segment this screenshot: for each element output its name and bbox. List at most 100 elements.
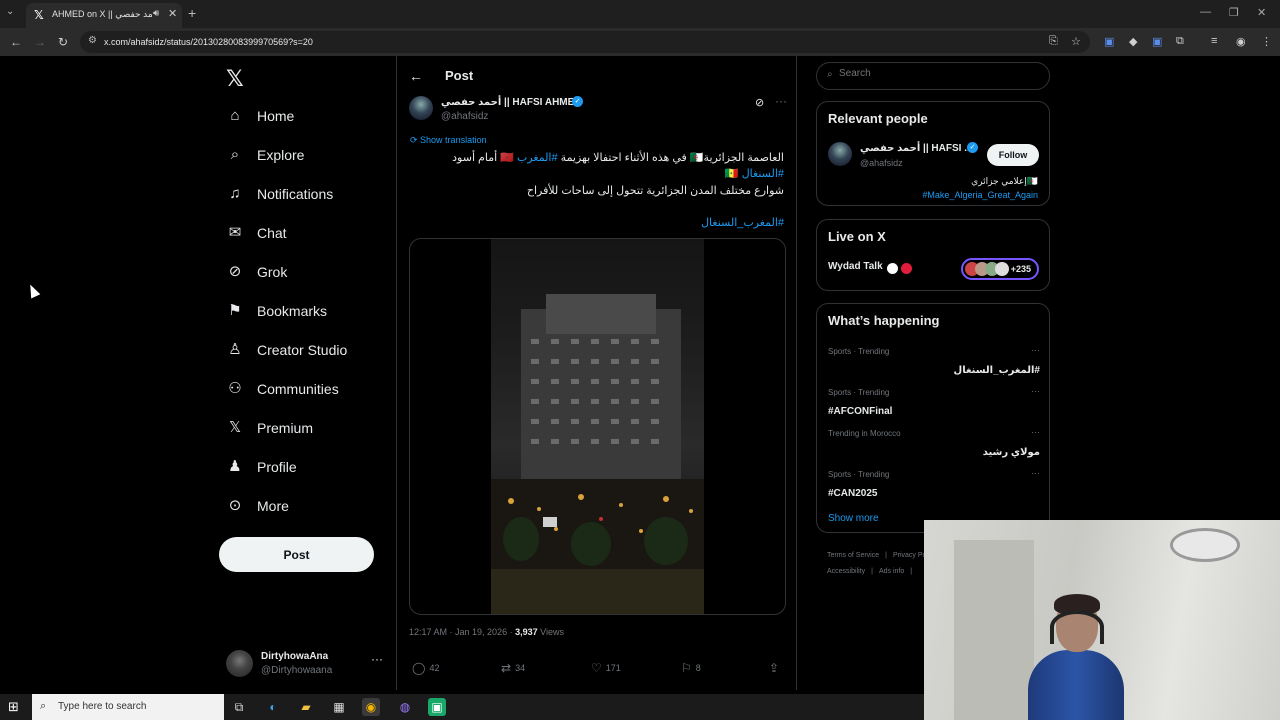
search-box[interactable]: ⌕ — [816, 62, 1050, 90]
bookmark-star-icon[interactable]: ☆ — [1071, 35, 1081, 48]
bio-hashtag-link[interactable]: #Make_Algeria_Great_Again — [922, 190, 1038, 200]
avatar[interactable] — [828, 142, 852, 166]
trend-item[interactable]: Sports · Trending ··· #المغرب_السنغال — [828, 345, 1040, 385]
task-view-icon[interactable]: ⧉ — [230, 698, 248, 716]
extension-image-icon[interactable]: ▣ — [1152, 35, 1162, 48]
nav-premium[interactable]: 𝕏 Premium — [226, 413, 313, 443]
app-icon[interactable]: ▣ — [428, 698, 446, 716]
recording-app-icon[interactable]: ◍ — [396, 698, 414, 716]
back-arrow-icon[interactable]: ← — [409, 68, 423, 84]
forward-icon[interactable]: → — [34, 35, 46, 49]
footer-separator: | — [910, 568, 913, 575]
nav-communities[interactable]: ⚇ Communities — [226, 374, 338, 404]
accessibility-link[interactable]: Accessibility — [827, 568, 865, 575]
translate-extension-icon[interactable]: ▣ — [1104, 35, 1114, 48]
repost-button[interactable]: ⇄ 34 — [501, 661, 525, 675]
account-handle: @Dirtyhowaana — [261, 665, 333, 676]
reply-button[interactable]: ◯ 42 — [412, 661, 439, 675]
install-icon[interactable]: ⎘ — [1049, 35, 1058, 48]
hashtag-link[interactable]: #السنغال — [742, 168, 784, 180]
trend-title: #CAN2025 — [828, 488, 878, 499]
share-button[interactable]: ⇪ — [769, 661, 783, 675]
follow-button[interactable]: Follow — [987, 144, 1039, 166]
person-handle[interactable]: @ahafsidz — [860, 158, 903, 168]
whats-happening-card: What’s happening Sports · Trending ··· #… — [816, 303, 1050, 533]
new-tab-icon[interactable]: + — [188, 5, 196, 21]
tab-search-icon[interactable]: ⌄ — [6, 6, 14, 17]
close-window-icon[interactable]: ✕ — [1257, 6, 1266, 19]
show-translation-link[interactable]: ⟳ Show translation — [410, 135, 487, 146]
post-text: 🇲🇦 أمام أسود — [452, 152, 514, 164]
nav-explore[interactable]: ⌕ Explore — [226, 140, 305, 170]
video-frame — [491, 239, 704, 614]
nav-bookmarks[interactable]: ⚑ Bookmarks — [226, 296, 327, 326]
hashtag-link[interactable]: #المغرب — [517, 152, 558, 164]
browser-menu-icon[interactable]: ⋮ — [1261, 35, 1272, 48]
more-dots-icon[interactable]: ··· — [775, 94, 787, 108]
author-avatar[interactable] — [409, 96, 433, 120]
reading-list-icon[interactable]: ≡ — [1211, 35, 1217, 47]
footer-separator: | — [885, 552, 887, 559]
nav-more[interactable]: ⊙ More — [226, 491, 289, 521]
account-switcher[interactable]: DirtyhowaAna @Dirtyhowaana ··· — [226, 648, 386, 682]
author-name[interactable]: أحمد حفصي || HAFSI AHMED — [441, 97, 582, 108]
speaker-icon[interactable]: 🔊︎ — [153, 8, 159, 19]
reload-icon[interactable]: ↻ — [58, 35, 68, 49]
video-player[interactable] — [409, 238, 786, 615]
hashtag-link[interactable]: #المغرب_السنغال — [701, 216, 784, 229]
views-label: Views — [537, 627, 564, 637]
privacy-link[interactable]: Privacy Po — [893, 552, 926, 559]
person-bio: 🇩🇿إعلامي جزائري — [971, 176, 1038, 186]
trend-item[interactable]: Trending in Morocco ··· مولاي رشيد — [828, 427, 1040, 467]
nav-home[interactable]: ⌂ Home — [226, 101, 294, 131]
more-dots-icon[interactable]: ··· — [1031, 468, 1040, 478]
address-bar[interactable]: ⚙ x.com/ahafsidz/status/2013028008399970… — [80, 31, 1090, 53]
ads-info-link[interactable]: Ads info — [879, 568, 904, 575]
chrome-icon[interactable]: ◉ — [362, 698, 380, 716]
post-timestamp[interactable]: 12:17 AM · Jan 19, 2026 · — [409, 627, 515, 637]
nav-creator-studio[interactable]: ♙ Creator Studio — [226, 335, 347, 365]
more-dots-icon[interactable]: ··· — [1031, 427, 1040, 437]
terms-link[interactable]: Terms of Service — [827, 552, 879, 559]
close-tab-icon[interactable]: ✕ — [168, 7, 177, 20]
profile-icon[interactable]: ◉ — [1236, 35, 1246, 48]
post-button[interactable]: Post — [219, 537, 374, 572]
bookmark-button[interactable]: ⚐ 8 — [681, 661, 701, 675]
store-icon[interactable]: ▦ — [330, 698, 348, 716]
trend-item[interactable]: Sports · Trending ··· #CAN2025 — [828, 468, 1040, 508]
show-more-link[interactable]: Show more — [828, 513, 879, 524]
restore-icon[interactable]: ❐ — [1229, 6, 1239, 19]
creator-studio-icon: ♙ — [228, 341, 242, 358]
nav-label: More — [257, 498, 289, 514]
post-text-line: شوارع مختلف المدن الجزائرية تتحول إلى سا… — [526, 185, 784, 197]
nav-notifications[interactable]: ♫ Notifications — [226, 179, 333, 209]
nav-chat[interactable]: ✉ Chat — [226, 218, 287, 248]
live-space-host[interactable]: Wydad Talk — [828, 261, 883, 272]
nav-label: Bookmarks — [257, 303, 328, 319]
more-dots-icon[interactable]: ··· — [1031, 345, 1040, 355]
site-info-icon[interactable]: ⚙ — [88, 35, 97, 46]
taskbar-search[interactable]: ⌕ Type here to search — [32, 694, 224, 720]
more-dots-icon[interactable]: ··· — [371, 652, 383, 666]
grok-explain-icon[interactable]: ⊘ — [755, 96, 764, 109]
more-dots-icon[interactable]: ··· — [1031, 386, 1040, 396]
extension-diamond-icon[interactable]: ◆ — [1129, 35, 1137, 48]
x-logo-icon[interactable]: 𝕏 — [226, 66, 244, 92]
edge-icon[interactable]: ◐ — [264, 698, 282, 716]
like-button[interactable]: ♡ 171 — [591, 661, 621, 675]
nav-grok[interactable]: ⊘ Grok — [226, 257, 288, 287]
nav-profile[interactable]: ♟ Profile — [226, 452, 296, 482]
minimize-icon[interactable]: — — [1200, 6, 1211, 18]
trend-item[interactable]: Sports · Trending ··· #AFCONFinal — [828, 386, 1040, 426]
search-input[interactable] — [839, 68, 1039, 79]
file-explorer-icon[interactable]: ▰ — [297, 698, 315, 716]
nav-label: Grok — [257, 264, 288, 280]
live-listeners[interactable]: +235 — [961, 258, 1039, 280]
extensions-puzzle-icon[interactable]: ⧉ — [1176, 35, 1184, 48]
person-name[interactable]: أحمد حفصي || HAFSI ... — [860, 143, 973, 154]
back-icon[interactable]: ← — [10, 35, 22, 49]
windows-start-icon[interactable]: ⊞ — [8, 699, 19, 715]
white-dot-icon — [887, 263, 898, 274]
browser-tab[interactable]: 𝕏 AHMED on X || أحمد حفصي 🔊︎ ✕ — [26, 3, 182, 28]
author-handle[interactable]: @ahafsidz — [441, 111, 488, 122]
